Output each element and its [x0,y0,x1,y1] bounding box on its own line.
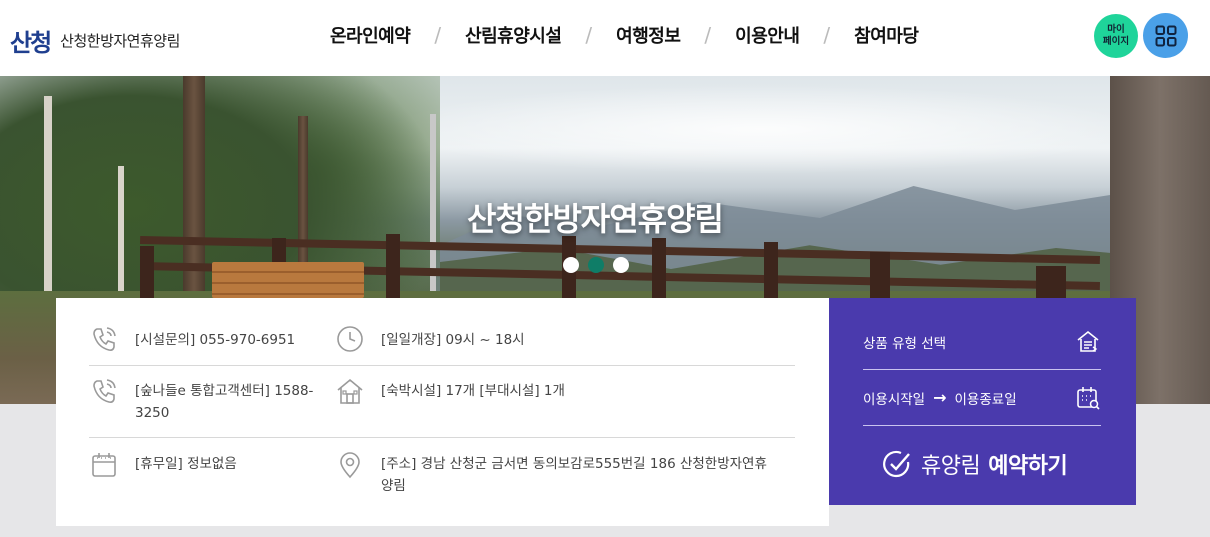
site-header: 산청 산청한방자연휴양림 온라인예약 / 산림휴양시설 / 여행정보 / 이용안… [0,0,1210,76]
reserve-label-prefix: 휴양림 [921,454,981,479]
hero-clouds [380,84,1140,174]
site-logo[interactable]: 산청 산청한방자연휴양림 [10,20,230,60]
mypage-label-line2: 페이지 [1102,36,1130,47]
nav-item-community[interactable]: 참여마당 [854,22,919,48]
nav-separator: / [434,23,442,47]
booking-panel: 상품 유형 선택 이용시작일 → 이용종료일 휴양림 예약하기 [829,298,1136,505]
fence-post [386,234,400,304]
info-hours: [일일개장] 09시 ~ 18시 [335,298,775,365]
product-type-label: 상품 유형 선택 [863,335,947,352]
reserve-button[interactable]: 휴양림 예약하기 [881,448,1068,480]
house-icon [337,378,363,404]
nav-separator: / [704,23,712,47]
info-row: [시설문의] 055-970-6951 [일일개장] 09시 ~ 18시 [89,298,795,366]
calendar-search-icon [1077,386,1100,410]
reserve-label-bold: 예약하기 [988,454,1068,479]
main-nav: 온라인예약 / 산림휴양시설 / 여행정보 / 이용안내 / 참여마당 [330,18,919,52]
slide-dot-2-active[interactable] [588,257,604,273]
info-call-center: [숲나들e 통합고객센터] 1588-3250 [89,366,329,437]
accommodation-text: [숙박시설] 17개 [부대시설] 1개 [381,383,565,399]
all-menu-button[interactable] [1143,13,1188,58]
arrow-icon: → [933,388,947,407]
slide-dot-3[interactable] [613,257,629,273]
facility-phone-text: [시설문의] 055-970-6951 [135,332,296,348]
nav-item-usage-guide[interactable]: 이용안내 [735,22,800,48]
mypage-button[interactable]: 마이 페이지 [1094,14,1138,58]
end-date-label: 이용종료일 [954,391,1017,408]
fence-post [140,246,154,306]
logo-mark: 산청 [10,23,52,58]
call-center-text: [숲나들e 통합고객센터] 1588-3250 [135,383,314,421]
date-range: 이용시작일 → 이용종료일 [863,388,1017,408]
logo-mark-text: 산청 [10,27,52,57]
nav-item-travel-info[interactable]: 여행정보 [616,22,681,48]
calendar-icon [92,453,116,477]
info-panel: [시설문의] 055-970-6951 [일일개장] 09시 ~ 18시 [숲나… [56,298,829,526]
info-row: [휴무일] 정보없음 [주소] 경남 산청군 금서면 동의보감로555번길 18… [89,438,795,526]
hero-bench [212,262,364,298]
site-name: 산청한방자연휴양림 [60,31,180,50]
slide-pagination [563,257,629,273]
clock-icon [337,326,363,352]
house-list-icon [1077,330,1099,352]
hours-text: [일일개장] 09시 ~ 18시 [381,332,525,348]
nav-item-forest-facilities[interactable]: 산림휴양시설 [465,22,562,48]
phone-icon [93,379,116,403]
grid-menu-icon [1155,25,1176,46]
info-row: [숲나들e 통합고객센터] 1588-3250 [숙박시설] 17개 [부대시설… [89,366,795,438]
info-facility-phone: [시설문의] 055-970-6951 [89,298,329,365]
info-closed-day: [휴무일] 정보없음 [89,438,329,526]
nav-separator: / [585,23,593,47]
info-address: [주소] 경남 산청군 금서면 동의보감로555번길 186 산청한방자연휴양림 [335,438,775,526]
address-text: [주소] 경남 산청군 금서면 동의보감로555번길 186 산청한방자연휴양림 [381,456,767,494]
info-accommodation: [숙박시설] 17개 [부대시설] 1개 [335,366,775,437]
phone-icon [93,327,116,351]
nav-separator: / [823,23,831,47]
hero-tree-trunk [183,76,205,306]
closed-day-text: [휴무일] 정보없음 [135,456,237,472]
location-pin-icon [340,452,360,479]
mypage-label-line1: 마이 [1107,24,1125,35]
hero-title: 산청한방자연휴양림 [467,200,724,238]
product-type-select[interactable]: 상품 유형 선택 [863,314,1101,370]
nav-item-online-reservation[interactable]: 온라인예약 [330,22,411,48]
start-date-label: 이용시작일 [863,391,926,408]
slide-dot-1[interactable] [563,257,579,273]
date-range-select[interactable]: 이용시작일 → 이용종료일 [863,370,1101,426]
check-circle-icon [883,450,910,478]
